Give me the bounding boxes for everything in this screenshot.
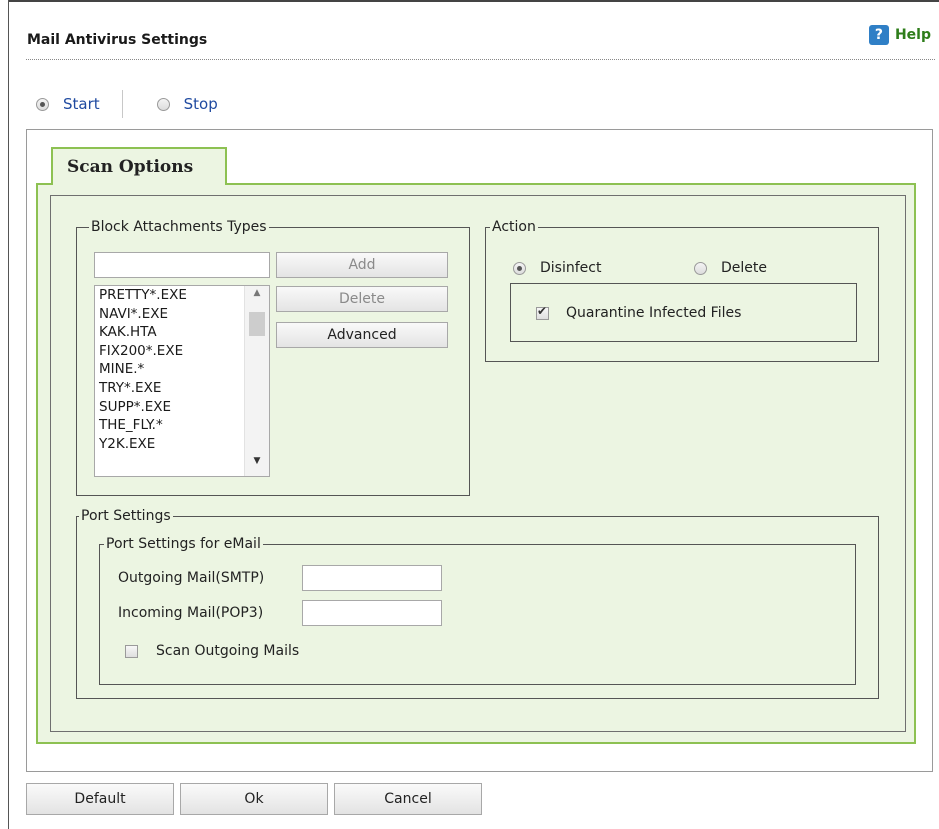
stop-label[interactable]: Stop [184, 95, 218, 113]
page-top-border [8, 0, 939, 2]
disinfect-radio[interactable] [513, 261, 526, 275]
add-button[interactable]: Add [276, 252, 448, 278]
quarantine-label[interactable]: Quarantine Infected Files [566, 305, 741, 321]
start-option[interactable]: Start [36, 95, 100, 113]
delete-label[interactable]: Delete [721, 260, 767, 276]
stop-radio[interactable] [156, 97, 170, 111]
help-icon[interactable]: ? [868, 25, 889, 45]
delete-radio[interactable] [694, 261, 707, 275]
start-radio[interactable] [36, 97, 49, 111]
tab-scan-options[interactable]: Scan Options [51, 147, 227, 185]
attachment-types-list[interactable]: PRETTY*.EXE NAVI*.EXE KAK.HTA FIX200*.EX… [94, 285, 270, 477]
scan-outgoing-label[interactable]: Scan Outgoing Mails [156, 643, 299, 659]
email-port-settings-legend: Port Settings for eMail [106, 536, 261, 552]
advanced-button[interactable]: Advanced [276, 322, 448, 348]
stop-option[interactable]: Stop [156, 95, 218, 113]
incoming-mail-label: Incoming Mail(POP3) [118, 605, 264, 621]
outgoing-mail-label: Outgoing Mail(SMTP) [118, 570, 265, 586]
ok-button[interactable]: Ok [180, 783, 328, 815]
quarantine-option[interactable]: ✔ Quarantine Infected Files [536, 303, 741, 321]
list-scrollbar[interactable]: ▲ ▼ [244, 286, 269, 476]
help-label[interactable]: Help [895, 27, 931, 43]
scroll-down-icon[interactable]: ▼ [245, 456, 269, 474]
incoming-port-input[interactable] [302, 600, 442, 626]
service-toggle: Start Stop [36, 90, 218, 118]
quarantine-checkbox[interactable]: ✔ [536, 303, 549, 320]
service-separator [121, 90, 123, 118]
checkmark-icon: ✔ [537, 303, 548, 318]
help-link[interactable]: ? Help [868, 25, 931, 45]
scan-outgoing-checkbox[interactable] [125, 644, 138, 658]
attachment-type-input[interactable] [94, 252, 270, 278]
page-left-border [8, 0, 9, 829]
delete-option[interactable]: Delete [694, 260, 767, 276]
delete-attachment-button[interactable]: Delete [276, 286, 448, 312]
port-settings-legend: Port Settings [81, 508, 171, 524]
action-legend: Action [492, 219, 536, 235]
start-label[interactable]: Start [63, 95, 100, 113]
scroll-up-icon[interactable]: ▲ [245, 288, 269, 306]
block-attachments-legend: Block Attachments Types [91, 219, 267, 235]
disinfect-option[interactable]: Disinfect [513, 260, 601, 276]
default-button[interactable]: Default [26, 783, 174, 815]
scroll-thumb[interactable] [249, 312, 265, 336]
scan-outgoing-option[interactable]: Scan Outgoing Mails [125, 643, 299, 659]
cancel-button[interactable]: Cancel [334, 783, 482, 815]
outgoing-port-input[interactable] [302, 565, 442, 591]
disinfect-label[interactable]: Disinfect [540, 260, 601, 276]
title-divider [26, 59, 935, 60]
page-title: Mail Antivirus Settings [27, 32, 208, 48]
